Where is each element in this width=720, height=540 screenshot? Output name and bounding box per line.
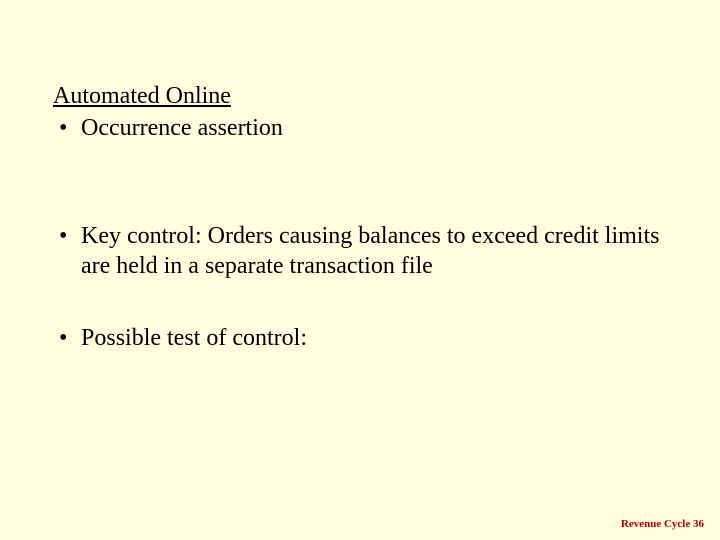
slide: Automated Online • Occurrence assertion …: [0, 0, 720, 540]
slide-heading: Automated Online: [53, 82, 660, 111]
footer-page-number: 36: [693, 518, 704, 530]
bullet-text: Occurrence assertion: [81, 113, 660, 143]
bullet-item: • Key control: Orders causing balances t…: [53, 221, 660, 281]
slide-footer: Revenue Cycle 36: [621, 518, 704, 530]
bullet-item: • Possible test of control:: [53, 323, 660, 353]
bullet-text: Key control: Orders causing balances to …: [81, 221, 660, 281]
bullet-text: Possible test of control:: [81, 323, 660, 353]
footer-label: Revenue Cycle: [621, 518, 690, 530]
bullet-dot-icon: •: [53, 323, 81, 353]
slide-content: Automated Online • Occurrence assertion …: [53, 82, 660, 353]
bullet-dot-icon: •: [53, 113, 81, 143]
spacer: [53, 143, 660, 221]
spacer: [53, 281, 660, 323]
bullet-item: • Occurrence assertion: [53, 113, 660, 143]
bullet-dot-icon: •: [53, 221, 81, 251]
